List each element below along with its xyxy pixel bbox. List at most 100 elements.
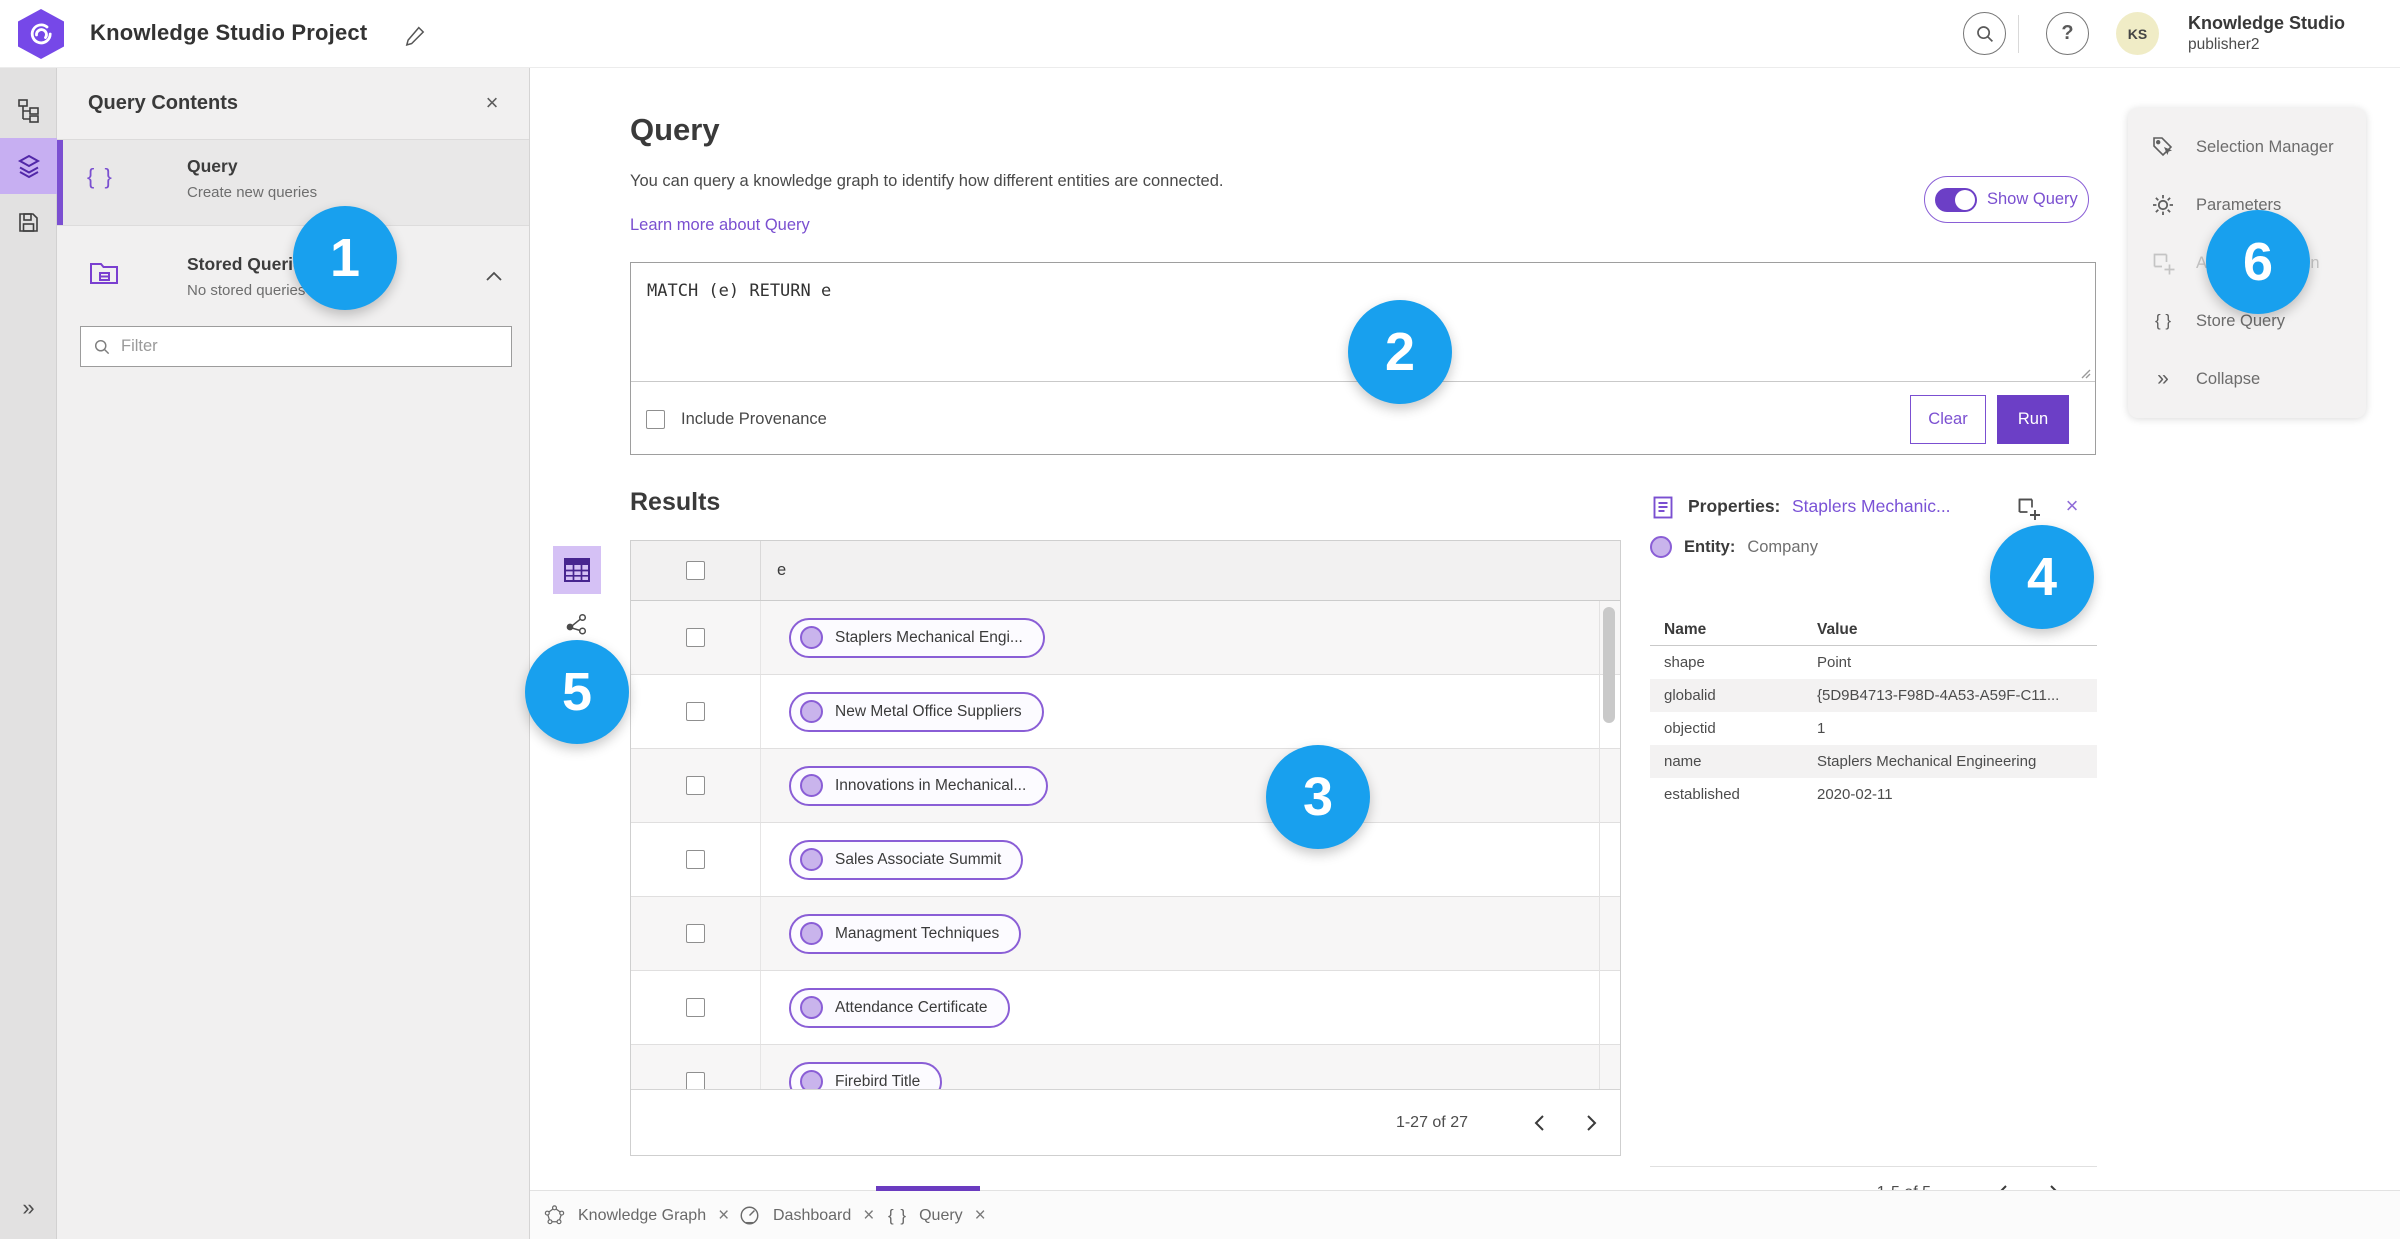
close-icon[interactable]: × xyxy=(863,1206,874,1225)
table-row[interactable]: Firebird Title xyxy=(631,1045,1620,1090)
chevron-up-icon[interactable] xyxy=(485,270,503,282)
row-checkbox[interactable] xyxy=(686,702,705,721)
entity-dot-icon xyxy=(800,626,823,649)
property-row[interactable]: objectid 1 xyxy=(1650,712,2097,745)
chevron-right-icon[interactable] xyxy=(1576,1108,1606,1138)
help-icon[interactable]: ? xyxy=(2046,12,2089,55)
knowledge-graph-icon xyxy=(544,1205,565,1225)
entity-dot-icon xyxy=(800,1070,823,1090)
entity-chip[interactable]: Innovations in Mechanical... xyxy=(789,765,1049,806)
properties-entity-link[interactable]: Staplers Mechanic... xyxy=(1792,496,1951,517)
entity-dot-icon xyxy=(800,996,823,1019)
row-checkbox[interactable] xyxy=(686,1072,705,1090)
user-block[interactable]: Knowledge Studio publisher2 xyxy=(2188,12,2345,54)
square-plus-icon xyxy=(2150,250,2176,276)
clear-button[interactable]: Clear xyxy=(1910,394,1986,444)
results-table-header: e xyxy=(631,541,1620,601)
tab-dashboard[interactable]: Dashboard × xyxy=(738,1191,874,1239)
panel-header: Query Contents × xyxy=(57,68,529,140)
entity-chip[interactable]: Sales Associate Summit xyxy=(789,839,1024,880)
search-icon xyxy=(94,339,110,354)
search-icon[interactable] xyxy=(1963,12,2006,55)
entity-chip[interactable]: Firebird Title xyxy=(789,1061,943,1090)
row-checkbox[interactable] xyxy=(686,628,705,647)
hierarchy-icon[interactable] xyxy=(0,82,57,138)
row-checkbox[interactable] xyxy=(686,850,705,869)
entity-row: Entity: Company xyxy=(1650,536,1818,558)
braces-icon: { } xyxy=(87,164,114,189)
table-row[interactable]: Staplers Mechanical Engi... xyxy=(631,601,1620,675)
edit-title-icon[interactable] xyxy=(400,20,430,50)
left-icon-rail: » xyxy=(0,68,57,1239)
row-checkbox[interactable] xyxy=(686,776,705,795)
row-checkbox[interactable] xyxy=(686,998,705,1017)
table-row[interactable]: Innovations in Mechanical... xyxy=(631,749,1620,823)
topbar-divider xyxy=(2018,15,2019,53)
close-icon[interactable]: × xyxy=(477,88,507,118)
double-chevron-right-icon: » xyxy=(2157,367,2169,390)
entity-dot-icon xyxy=(800,774,823,797)
properties-header: Properties: Staplers Mechanic... × xyxy=(1650,492,2097,526)
results-title: Results xyxy=(630,488,721,516)
table-row[interactable]: Sales Associate Summit xyxy=(631,823,1620,897)
property-row[interactable]: shape Point xyxy=(1650,646,2097,679)
property-row[interactable]: name Staplers Mechanical Engineering xyxy=(1650,745,2097,778)
include-provenance-checkbox[interactable] xyxy=(646,409,665,429)
entity-dot-icon xyxy=(800,700,823,723)
selected-indicator xyxy=(57,140,63,225)
query-description: You can query a knowledge graph to ident… xyxy=(630,172,1224,190)
toggle-switch[interactable] xyxy=(1935,187,1977,212)
tab-knowledge-graph[interactable]: Knowledge Graph × xyxy=(543,1191,729,1239)
table-row[interactable]: Attendance Certificate xyxy=(631,971,1620,1045)
menu-item-collapse[interactable]: » Collapse xyxy=(2128,350,2366,408)
gear-icon xyxy=(2150,192,2176,218)
chevron-left-icon[interactable] xyxy=(1524,1108,1554,1138)
properties-title: Properties: xyxy=(1688,496,1781,516)
bottom-tab-bar: Knowledge Graph × Dashboard × { } Query … xyxy=(530,1186,2400,1239)
annotation-5: 5 xyxy=(525,640,629,744)
folder-icon xyxy=(87,256,127,290)
layers-icon[interactable] xyxy=(0,138,57,194)
close-icon[interactable]: × xyxy=(718,1206,729,1225)
selection-manager-icon xyxy=(2150,134,2176,160)
entity-dot-icon xyxy=(800,848,823,871)
property-row[interactable]: globalid {5D9B4713-F98D-4A53-A59F-C11... xyxy=(1650,679,2097,712)
select-all-checkbox[interactable] xyxy=(686,561,705,580)
results-table: e Staplers Mechanical Engi... New Metal … xyxy=(630,540,1621,1156)
user-role: publisher2 xyxy=(2188,35,2260,53)
top-bar: Knowledge Studio Project ? KS Knowledge … xyxy=(0,0,2400,68)
expand-rail-icon[interactable]: » xyxy=(0,1195,57,1221)
run-button[interactable]: Run xyxy=(1997,394,2069,444)
braces-icon: { } xyxy=(888,1205,908,1225)
row-checkbox[interactable] xyxy=(686,924,705,943)
close-icon[interactable]: × xyxy=(975,1206,986,1225)
results-table-body: Staplers Mechanical Engi... New Metal Of… xyxy=(631,601,1620,1090)
app-logo-icon[interactable] xyxy=(18,9,64,59)
learn-more-link[interactable]: Learn more about Query xyxy=(630,216,810,235)
link-chart-view-icon[interactable] xyxy=(561,608,593,640)
menu-item-selection-manager[interactable]: Selection Manager xyxy=(2128,118,2366,176)
entity-dot-icon xyxy=(1650,536,1672,558)
scrollbar-track xyxy=(1599,601,1600,1090)
annotation-4: 4 xyxy=(1990,525,2094,629)
table-row[interactable]: Managment Techniques xyxy=(631,897,1620,971)
avatar[interactable]: KS xyxy=(2116,12,2159,55)
sidebar-item-query[interactable]: { } Query Create new queries xyxy=(57,140,529,226)
project-title: Knowledge Studio Project xyxy=(90,20,368,45)
table-row[interactable]: New Metal Office Suppliers xyxy=(631,675,1620,749)
entity-chip[interactable]: Managment Techniques xyxy=(789,913,1022,954)
entity-chip[interactable]: New Metal Office Suppliers xyxy=(789,691,1044,732)
resize-handle[interactable] xyxy=(2079,367,2091,379)
entity-chip[interactable]: Attendance Certificate xyxy=(789,987,1010,1028)
entity-chip[interactable]: Staplers Mechanical Engi... xyxy=(789,617,1045,658)
square-plus-icon[interactable] xyxy=(2012,492,2044,524)
show-query-toggle[interactable]: Show Query xyxy=(1924,176,2089,223)
scrollbar-thumb[interactable] xyxy=(1603,607,1615,723)
save-icon[interactable] xyxy=(0,194,57,250)
filter-input[interactable] xyxy=(121,337,499,356)
table-view-icon[interactable] xyxy=(553,546,601,594)
tab-query[interactable]: { } Query × xyxy=(888,1191,986,1239)
entity-type: Company xyxy=(1747,537,1818,556)
close-icon[interactable]: × xyxy=(2058,492,2086,520)
property-row[interactable]: established 2020-02-11 xyxy=(1650,778,2097,811)
